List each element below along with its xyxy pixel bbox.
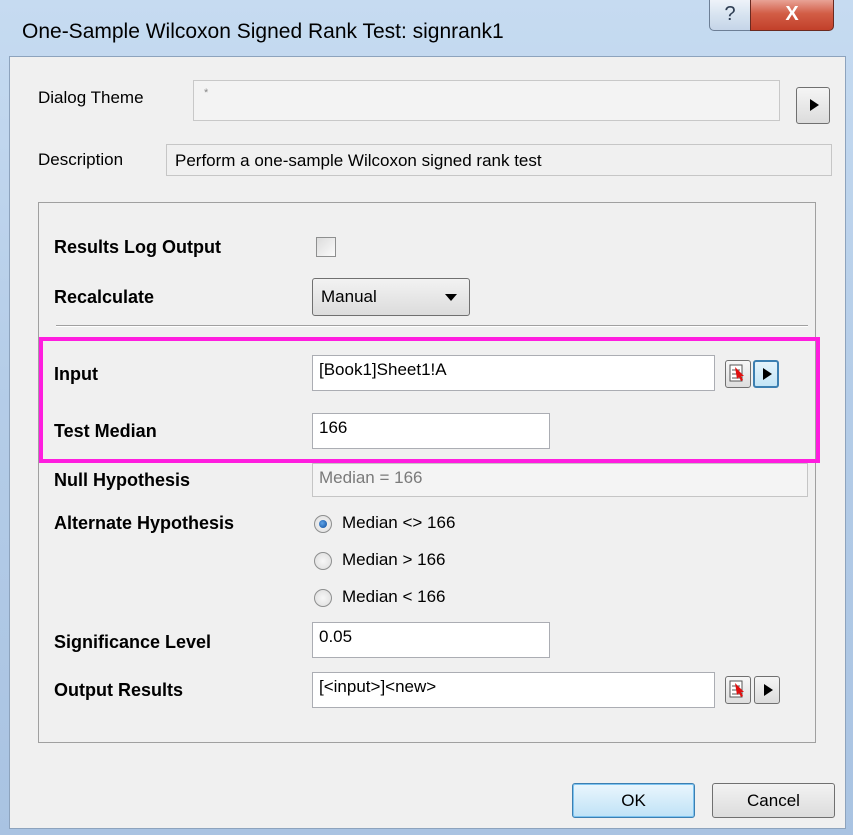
close-button[interactable]: X [750, 0, 834, 31]
description-label: Description [38, 150, 124, 169]
recalculate-label: Recalculate [54, 287, 155, 307]
null-hypothesis-field: Median = 166 [312, 463, 808, 497]
theme-menu-button[interactable] [796, 87, 830, 124]
cancel-button[interactable]: Cancel [712, 783, 835, 818]
alternate-hypothesis-option-less[interactable]: Median < 166 [342, 587, 446, 607]
ok-button[interactable]: OK [572, 783, 695, 818]
results-log-output-checkbox[interactable] [316, 237, 336, 257]
output-results-label: Output Results [54, 680, 183, 700]
column-picker-icon [729, 680, 744, 698]
alternate-hypothesis-radio-not-equal[interactable] [314, 515, 332, 533]
dialog-window: One-Sample Wilcoxon Signed Rank Test: si… [0, 0, 853, 835]
help-button[interactable]: ? [709, 0, 751, 31]
window-title: One-Sample Wilcoxon Signed Rank Test: si… [22, 20, 504, 43]
significance-level-field[interactable]: 0.05 [312, 622, 550, 658]
output-results-select-button[interactable] [725, 676, 751, 704]
description-value: Perform a one-sample Wilcoxon signed ran… [175, 151, 542, 170]
help-icon: ? [724, 3, 736, 25]
play-arrow-icon [810, 99, 819, 111]
description-field: Perform a one-sample Wilcoxon signed ran… [166, 144, 832, 176]
dialog-theme-label: Dialog Theme [38, 88, 144, 107]
close-icon: X [785, 3, 799, 25]
dialog-theme-field[interactable]: * [193, 80, 780, 121]
null-hypothesis-label: Null Hypothesis [54, 470, 191, 490]
recalculate-dropdown[interactable]: Manual [312, 278, 470, 316]
alternate-hypothesis-label: Alternate Hypothesis [54, 513, 235, 533]
chevron-down-icon [445, 294, 457, 301]
highlight-frame [39, 337, 820, 463]
output-results-menu-button[interactable] [754, 676, 780, 704]
alternate-hypothesis-radio-less[interactable] [314, 589, 332, 607]
separator-line [56, 325, 808, 327]
results-log-output-label: Results Log Output [54, 237, 221, 257]
alternate-hypothesis-option-not-equal[interactable]: Median <> 166 [342, 513, 455, 533]
output-results-field[interactable]: [<input>]<new> [312, 672, 715, 708]
dialog-theme-value: * [204, 87, 209, 99]
significance-level-label: Significance Level [54, 632, 212, 652]
play-arrow-icon [764, 684, 773, 696]
recalculate-value: Manual [321, 287, 377, 306]
alternate-hypothesis-option-greater[interactable]: Median > 166 [342, 550, 446, 570]
alternate-hypothesis-radio-greater[interactable] [314, 552, 332, 570]
